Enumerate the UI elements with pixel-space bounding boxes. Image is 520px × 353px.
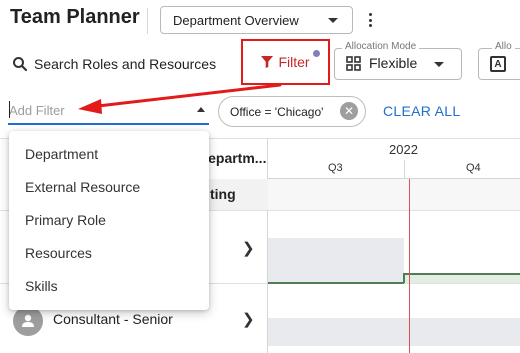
view-select-value: Department Overview xyxy=(173,12,299,28)
menu-item-skills[interactable]: Skills xyxy=(9,270,209,302)
resource-row-label[interactable]: Consultant - Senior xyxy=(53,311,173,327)
search-roles-button[interactable]: Search Roles and Resources xyxy=(12,50,216,78)
group-label: ting xyxy=(210,186,236,202)
menu-item-primary-role[interactable]: Primary Role xyxy=(9,204,209,236)
header-divider xyxy=(147,8,148,34)
allocation-line xyxy=(404,273,520,275)
search-roles-label: Search Roles and Resources xyxy=(34,56,217,72)
capacity-bar xyxy=(268,318,520,346)
caret-down-icon xyxy=(328,18,338,23)
more-options-icon[interactable] xyxy=(363,10,377,30)
remove-filter-icon[interactable]: ✕ xyxy=(340,102,358,120)
person-avatar-icon xyxy=(13,306,43,336)
add-filter-input-wrapper[interactable] xyxy=(8,96,209,125)
menu-item-department[interactable]: Department xyxy=(9,138,209,170)
menu-item-resources[interactable]: Resources xyxy=(9,237,209,269)
caret-up-icon[interactable] xyxy=(197,107,205,112)
letter-a-icon: A xyxy=(490,56,506,72)
timeline-quarter-q4: Q4 xyxy=(466,162,481,174)
timeline-year: 2022 xyxy=(389,142,418,157)
timeline-quarter-q3: Q3 xyxy=(328,162,343,174)
quarter-divider xyxy=(404,160,405,178)
allocation-mode-label: Allocation Mode xyxy=(342,41,420,52)
app-title: Team Planner xyxy=(10,6,140,28)
filter-button[interactable]: Filter xyxy=(241,39,330,85)
expand-row-chevron-icon[interactable]: ❯ xyxy=(242,310,255,328)
group-row-timeline xyxy=(268,179,520,210)
menu-item-external-resource[interactable]: External Resource xyxy=(9,171,209,203)
filter-label: Filter xyxy=(278,54,310,70)
filter-chip-label: Office = 'Chicago' xyxy=(230,104,324,119)
filter-icon xyxy=(261,56,274,68)
search-icon xyxy=(13,57,28,72)
second-mode-label: Allo xyxy=(492,41,515,52)
expand-row-chevron-icon[interactable]: ❯ xyxy=(242,239,255,257)
allocation-mode-text: Flexible xyxy=(369,55,418,71)
grid-icon xyxy=(346,55,361,71)
capacity-bar xyxy=(268,238,404,283)
allocation-line xyxy=(268,282,404,284)
view-select[interactable]: Department Overview xyxy=(160,6,353,34)
today-marker xyxy=(409,179,410,353)
clear-all-button[interactable]: CLEAR ALL xyxy=(383,103,460,119)
filter-active-indicator xyxy=(313,50,320,57)
text-cursor xyxy=(9,101,10,118)
add-filter-input[interactable] xyxy=(9,100,179,120)
filter-dropdown-menu: Department External Resource Primary Rol… xyxy=(9,131,209,310)
caret-down-icon xyxy=(434,62,444,67)
allocation-mode-value: Flexible xyxy=(346,55,417,71)
